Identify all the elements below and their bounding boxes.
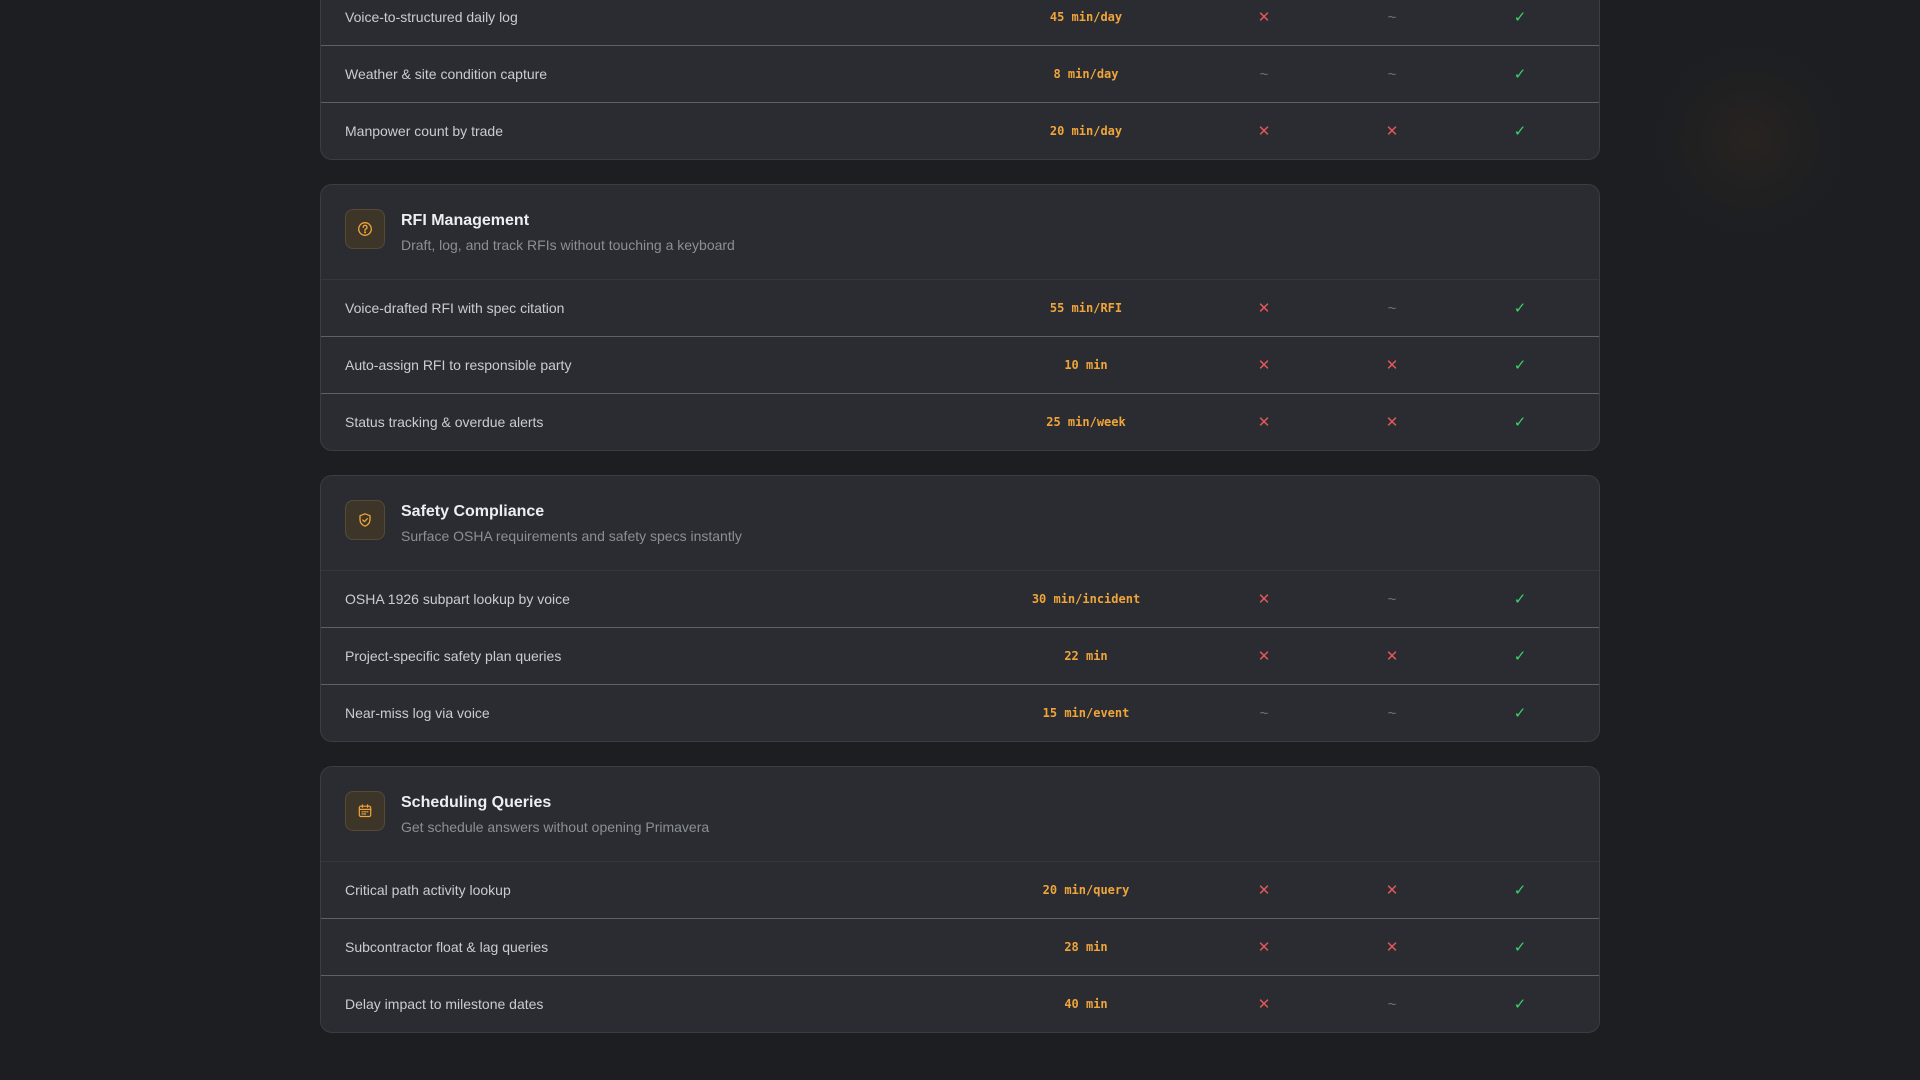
table-row: Weather & site condition capture 8 min/d… <box>321 45 1599 102</box>
table-row: Manpower count by trade 20 min/day ✕ ✕ ✓ <box>321 102 1599 159</box>
competitor-a-mark: ✕ <box>1257 996 1271 1013</box>
competitor-b-mark: ~ <box>1387 65 1397 83</box>
time-saved-value: 20 min/query <box>1042 883 1130 897</box>
table-row: Delay impact to milestone dates 40 min ✕… <box>321 975 1599 1032</box>
feature-label: Voice-drafted RFI with spec citation <box>345 300 565 316</box>
feature-label: Manpower count by trade <box>345 123 503 139</box>
table-row: Auto-assign RFI to responsible party 10 … <box>321 336 1599 393</box>
product-mark: ✓ <box>1513 66 1527 83</box>
competitor-b-mark: ✕ <box>1385 123 1399 140</box>
product-mark: ✓ <box>1513 939 1527 956</box>
time-saved-value: 15 min/event <box>1042 706 1130 720</box>
competitor-b-mark: ~ <box>1387 299 1397 317</box>
time-saved-value: 28 min <box>1064 940 1108 954</box>
question-circle-icon <box>345 209 385 249</box>
feature-label: Near-miss log via voice <box>345 705 490 721</box>
section-subtitle: Surface OSHA requirements and safety spe… <box>401 528 742 544</box>
competitor-b-mark: ~ <box>1387 995 1397 1013</box>
section-card-rfi-management: RFI Management Draft, log, and track RFI… <box>320 184 1600 451</box>
table-row: OSHA 1926 subpart lookup by voice 30 min… <box>321 571 1599 627</box>
product-mark: ✓ <box>1513 882 1527 899</box>
feature-label: Voice-to-structured daily log <box>345 9 518 25</box>
section-header: Safety Compliance Surface OSHA requireme… <box>321 476 1599 571</box>
table-row: Project-specific safety plan queries 22 … <box>321 627 1599 684</box>
feature-label: OSHA 1926 subpart lookup by voice <box>345 591 570 607</box>
time-saved-value: 30 min/incident <box>1031 592 1141 606</box>
competitor-b-mark: ✕ <box>1385 648 1399 665</box>
competitor-a-mark: ✕ <box>1257 123 1271 140</box>
shield-check-icon <box>345 500 385 540</box>
time-saved-value: 40 min <box>1064 997 1108 1011</box>
time-saved-value: 20 min/day <box>1049 124 1123 138</box>
competitor-a-mark: ~ <box>1259 704 1269 722</box>
product-mark: ✓ <box>1513 591 1527 608</box>
feature-label: Delay impact to milestone dates <box>345 996 544 1012</box>
time-saved-value: 45 min/day <box>1049 10 1123 24</box>
competitor-b-mark: ✕ <box>1385 882 1399 899</box>
product-mark: ✓ <box>1513 996 1527 1013</box>
competitor-b-mark: ~ <box>1387 704 1397 722</box>
feature-label: Project-specific safety plan queries <box>345 648 562 664</box>
product-mark: ✓ <box>1513 300 1527 317</box>
feature-label: Status tracking & overdue alerts <box>345 414 544 430</box>
section-title: Scheduling Queries <box>401 794 552 811</box>
section-header: RFI Management Draft, log, and track RFI… <box>321 185 1599 280</box>
competitor-a-mark: ~ <box>1259 65 1269 83</box>
competitor-a-mark: ✕ <box>1257 882 1271 899</box>
section-subtitle: Draft, log, and track RFIs without touch… <box>401 237 735 253</box>
table-row: Near-miss log via voice 15 min/event ~ ~… <box>321 684 1599 741</box>
section-card-scheduling-queries: Scheduling Queries Get schedule answers … <box>320 766 1600 1033</box>
competitor-b-mark: ✕ <box>1385 414 1399 431</box>
product-mark: ✓ <box>1513 123 1527 140</box>
table-row: Voice-drafted RFI with spec citation 55 … <box>321 280 1599 336</box>
time-saved-value: 55 min/RFI <box>1049 301 1123 315</box>
product-mark: ✓ <box>1513 9 1527 26</box>
section-title: RFI Management <box>401 212 530 229</box>
time-saved-value: 10 min <box>1064 358 1108 372</box>
competitor-a-mark: ✕ <box>1257 939 1271 956</box>
product-mark: ✓ <box>1513 705 1527 722</box>
section-card-daily-log: Voice-to-structured daily log 45 min/day… <box>320 0 1600 160</box>
competitor-b-mark: ✕ <box>1385 357 1399 374</box>
product-mark: ✓ <box>1513 414 1527 431</box>
time-saved-value: 25 min/week <box>1046 415 1126 429</box>
competitor-a-mark: ✕ <box>1257 591 1271 608</box>
time-saved-value: 22 min <box>1064 649 1108 663</box>
feature-label: Auto-assign RFI to responsible party <box>345 357 572 373</box>
product-mark: ✓ <box>1513 357 1527 374</box>
competitor-b-mark: ✕ <box>1385 939 1399 956</box>
table-row: Status tracking & overdue alerts 25 min/… <box>321 393 1599 450</box>
time-saved-value: 8 min/day <box>1053 67 1119 81</box>
product-mark: ✓ <box>1513 648 1527 665</box>
table-row: Voice-to-structured daily log 45 min/day… <box>321 0 1599 45</box>
section-card-safety-compliance: Safety Compliance Surface OSHA requireme… <box>320 475 1600 742</box>
competitor-a-mark: ✕ <box>1257 648 1271 665</box>
table-row: Critical path activity lookup 20 min/que… <box>321 862 1599 918</box>
competitor-a-mark: ✕ <box>1257 300 1271 317</box>
section-subtitle: Get schedule answers without opening Pri… <box>401 819 710 835</box>
section-title: Safety Compliance <box>401 503 545 520</box>
feature-label: Critical path activity lookup <box>345 882 511 898</box>
feature-label: Weather & site condition capture <box>345 66 548 82</box>
feature-label: Subcontractor float & lag queries <box>345 939 549 955</box>
table-row: Subcontractor float & lag queries 28 min… <box>321 918 1599 975</box>
calendar-icon <box>345 791 385 831</box>
competitor-b-mark: ~ <box>1387 8 1397 26</box>
competitor-a-mark: ✕ <box>1257 414 1271 431</box>
competitor-b-mark: ~ <box>1387 590 1397 608</box>
competitor-a-mark: ✕ <box>1257 357 1271 374</box>
competitor-a-mark: ✕ <box>1257 9 1271 26</box>
comparison-list: Voice-to-structured daily log 45 min/day… <box>320 0 1600 1057</box>
section-header: Scheduling Queries Get schedule answers … <box>321 767 1599 862</box>
background-glow <box>1620 20 1880 260</box>
